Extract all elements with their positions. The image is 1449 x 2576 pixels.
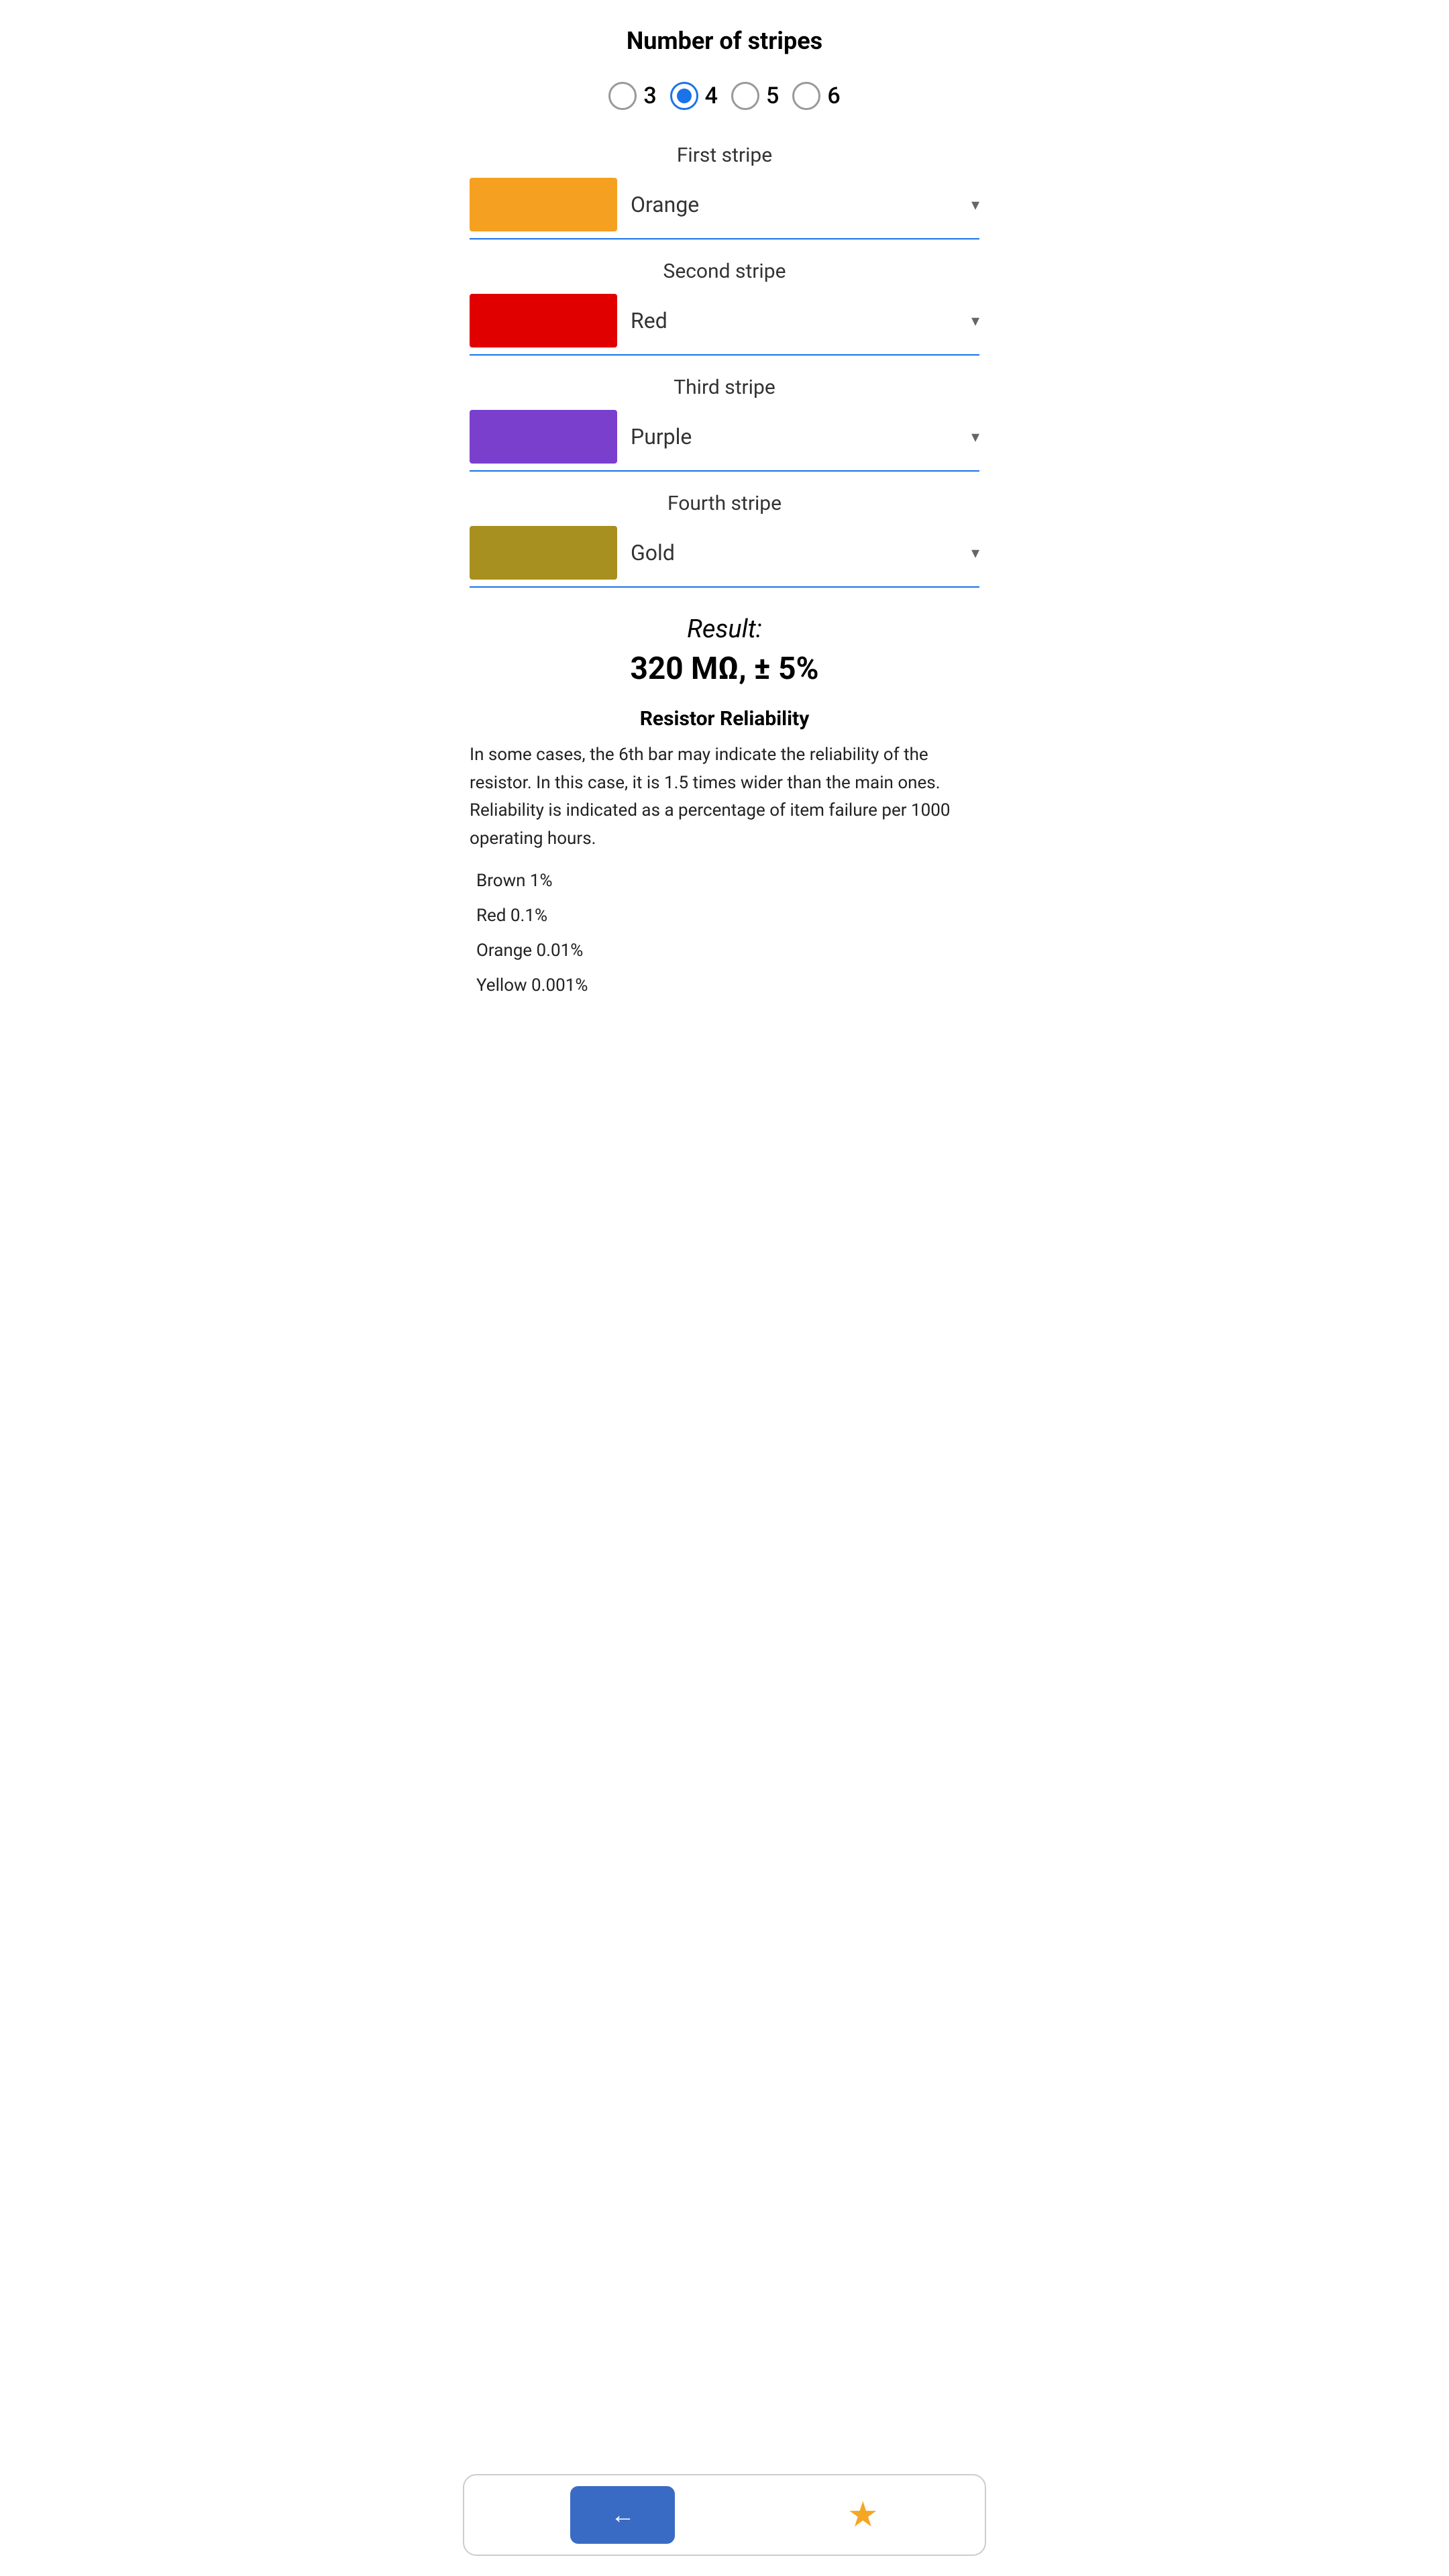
list-item: Orange 0.01% [476,933,979,968]
color-dropdown-2[interactable]: Red ▾ [631,308,979,333]
color-swatch-1 [470,178,617,231]
stripe-selector-1[interactable]: Orange ▾ [470,178,979,239]
radio-label-4: 4 [705,83,718,109]
list-item: Yellow 0.001% [476,968,979,1003]
radio-option-6[interactable]: 6 [792,82,840,110]
result-label: Result: [470,614,979,644]
reliability-description: In some cases, the 6th bar may indicate … [470,741,979,853]
chevron-down-icon-1: ▾ [971,195,979,214]
bottom-bar: ← ★ [463,2474,986,2556]
stripe-selector-2[interactable]: Red ▾ [470,294,979,356]
color-swatch-2 [470,294,617,347]
radio-circle-4[interactable] [670,82,698,110]
radio-option-3[interactable]: 3 [608,82,656,110]
radio-label-6: 6 [827,83,840,109]
chevron-down-icon-3: ▾ [971,427,979,446]
radio-circle-6[interactable] [792,82,820,110]
color-name-2: Red [631,308,667,333]
radio-label-3: 3 [643,83,656,109]
stripe-section-1: First stripe Orange ▾ [470,144,979,239]
radio-circle-5[interactable] [731,82,759,110]
stripe-label-3: Third stripe [470,376,979,399]
radio-label-5: 5 [766,83,779,109]
color-dropdown-1[interactable]: Orange ▾ [631,192,979,217]
back-arrow-icon: ← [610,2501,635,2529]
reliability-title: Resistor Reliability [470,707,979,731]
page-title: Number of stripes [470,27,979,55]
stripe-count-selector: 3 4 5 6 [470,82,979,110]
color-dropdown-3[interactable]: Purple ▾ [631,424,979,449]
stripe-label-4: Fourth stripe [470,492,979,515]
stripe-section-4: Fourth stripe Gold ▾ [470,492,979,588]
list-item: Brown 1% [476,863,979,898]
chevron-down-icon-4: ▾ [971,543,979,562]
result-section: Result: 320 MΩ, ± 5% [470,614,979,687]
result-value: 320 MΩ, ± 5% [470,651,979,687]
color-name-1: Orange [631,192,699,217]
favorite-button[interactable]: ★ [847,2495,879,2535]
list-item: Red 0.1% [476,898,979,933]
color-name-3: Purple [631,424,692,449]
stripe-section-3: Third stripe Purple ▾ [470,376,979,472]
reliability-section: Resistor Reliability In some cases, the … [470,707,979,1003]
stripe-label-2: Second stripe [470,260,979,283]
color-swatch-4 [470,526,617,580]
color-dropdown-4[interactable]: Gold ▾ [631,540,979,566]
radio-option-5[interactable]: 5 [731,82,779,110]
reliability-list: Brown 1% Red 0.1% Orange 0.01% Yellow 0.… [470,863,979,1003]
chevron-down-icon-2: ▾ [971,311,979,330]
color-swatch-3 [470,410,617,464]
color-name-4: Gold [631,540,675,566]
stripe-section-2: Second stripe Red ▾ [470,260,979,356]
stripe-label-1: First stripe [470,144,979,167]
radio-circle-3[interactable] [608,82,637,110]
stripe-selector-3[interactable]: Purple ▾ [470,410,979,472]
back-button[interactable]: ← [570,2486,675,2544]
radio-option-4[interactable]: 4 [670,82,718,110]
stripe-selector-4[interactable]: Gold ▾ [470,526,979,588]
